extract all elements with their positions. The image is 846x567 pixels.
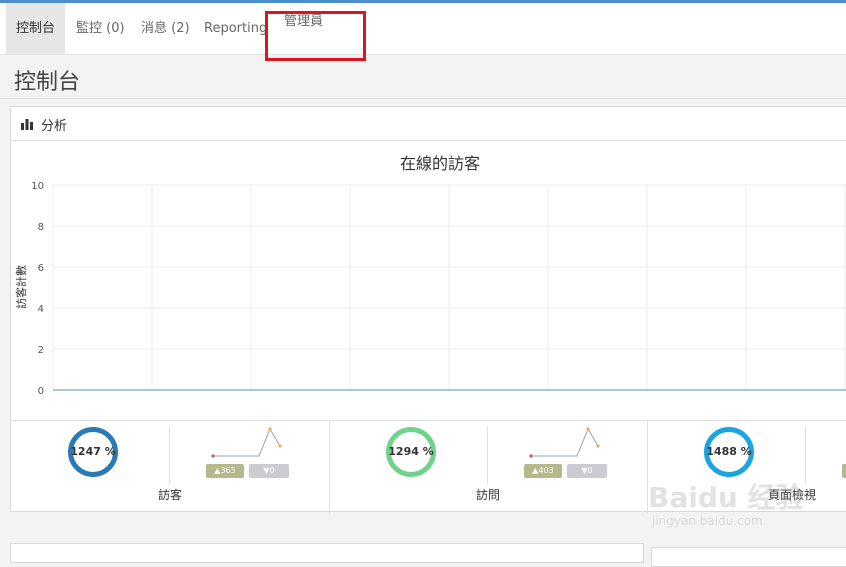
- y-tick-label: 10: [31, 181, 44, 192]
- page-title: 控制台: [14, 70, 81, 95]
- stat-divider: [169, 426, 170, 484]
- tab-monitoring[interactable]: 監控 (0): [66, 3, 135, 54]
- decrease-badge: ▼0: [249, 464, 289, 478]
- percent-label: 1488 %: [706, 445, 752, 458]
- y-tick-label: 6: [38, 263, 44, 274]
- y-axis-label: 訪客計數: [14, 265, 28, 309]
- percent-label: 1247 %: [70, 445, 116, 458]
- analysis-panel: 分析 在線的訪客訪客計數 0 2 4 6 8 10 1247 % ▲365 ▼0 訪客 12…: [10, 106, 846, 514]
- stats-row: 1247 % ▲365 ▼0 訪客 1294 % ▲403 ▼0 訪問 1488…: [11, 420, 846, 514]
- watermark-url: jingyan.baidu.com: [652, 514, 763, 528]
- admin-tab-highlight: [265, 11, 366, 61]
- y-tick-label: 2: [38, 345, 44, 356]
- online-visitors-chart: 在線的訪客訪客計數 0 2 4 6 8 10: [14, 154, 846, 397]
- lower-panel-left: [10, 543, 644, 563]
- title-divider: [0, 98, 846, 99]
- y-tick-label: 8: [38, 222, 44, 233]
- sparkline: [529, 427, 600, 458]
- sparkline: [211, 427, 282, 458]
- y-tick-label: 0: [38, 386, 44, 397]
- stat-visitors: 1247 % ▲365 ▼0 訪客: [11, 421, 330, 514]
- stat-label: 訪客: [157, 488, 182, 502]
- stat-label: 頁面檢視: [767, 488, 816, 502]
- top-nav: 控制台 監控 (0) 消息 (2) Reporting 管理員: [0, 3, 846, 55]
- y-tick-label: 4: [38, 304, 44, 315]
- bar-chart-icon: [21, 119, 33, 130]
- percent-label: 1294 %: [388, 445, 434, 458]
- lower-panel-right: [651, 547, 846, 567]
- increase-badge: [842, 464, 846, 478]
- decrease-badge: ▼0: [567, 464, 607, 478]
- stat-visits: 1294 % ▲403 ▼0 訪問: [329, 421, 648, 514]
- stat-divider: [805, 426, 806, 484]
- stat-label: 訪問: [475, 488, 500, 502]
- chart-title: 在線的訪客: [400, 154, 480, 173]
- stat-divider: [487, 426, 488, 484]
- tab-messages[interactable]: 消息 (2): [131, 3, 200, 54]
- increase-badge: ▲365: [206, 464, 244, 478]
- stat-pageviews: 1488 % 頁面檢視: [647, 421, 846, 514]
- tab-dashboard[interactable]: 控制台: [6, 3, 65, 54]
- panel-header: 分析: [11, 107, 846, 141]
- panel-title: 分析: [41, 119, 68, 134]
- increase-badge: ▲403: [524, 464, 562, 478]
